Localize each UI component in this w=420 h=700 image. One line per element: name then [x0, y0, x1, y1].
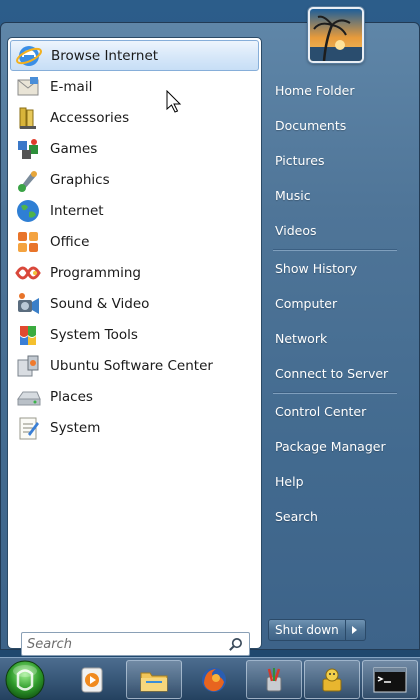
place-pictures[interactable]: Pictures [269, 145, 409, 175]
search-input[interactable] [27, 636, 217, 652]
program-system[interactable]: System [10, 412, 259, 443]
start-orb-button[interactable] [4, 659, 46, 700]
program-label: System [50, 419, 101, 436]
program-label: System Tools [50, 326, 138, 343]
chevron-right-icon [352, 626, 358, 634]
program-office[interactable]: Office [10, 226, 259, 257]
program-label: Places [50, 388, 93, 405]
place-control-center[interactable]: Control Center [269, 396, 409, 426]
program-label: Accessories [50, 109, 130, 126]
graphics-editor-icon [266, 667, 282, 691]
program-list-pane: Browse Internet E-mail Accessories Games [7, 37, 262, 656]
program-label: Internet [50, 202, 104, 219]
place-network[interactable]: Network [269, 323, 409, 353]
graphics-icon [14, 166, 42, 194]
search-box[interactable] [21, 632, 250, 656]
taskbar-file-manager[interactable] [126, 660, 182, 699]
terminal-icon [373, 667, 407, 692]
place-connect-to-server[interactable]: Connect to Server [269, 358, 409, 388]
taskbar [0, 657, 420, 700]
system-icon [14, 414, 42, 442]
package-installer-icon [322, 668, 342, 691]
program-graphics[interactable]: Graphics [10, 164, 259, 195]
office-icon [14, 228, 42, 256]
taskbar-media-player[interactable] [64, 660, 120, 699]
program-sound-video[interactable]: Sound & Video [10, 288, 259, 319]
place-package-manager[interactable]: Package Manager [269, 431, 409, 461]
separator [273, 392, 397, 394]
accessories-icon [14, 104, 42, 132]
place-search[interactable]: Search [269, 501, 409, 531]
places-pane: Home Folder Documents Pictures Music Vid… [267, 23, 417, 623]
place-videos[interactable]: Videos [269, 215, 409, 245]
place-show-history[interactable]: Show History [269, 253, 409, 283]
taskbar-package-installer[interactable] [304, 660, 360, 699]
sound-video-icon [14, 290, 42, 318]
shutdown-options-button[interactable] [345, 619, 366, 641]
programming-icon [14, 259, 42, 287]
search-icon[interactable] [228, 637, 243, 652]
shutdown-button[interactable]: Shut down [268, 619, 346, 641]
taskbar-graphics-editor[interactable] [246, 660, 302, 699]
system-tools-icon [14, 321, 42, 349]
email-icon [14, 73, 42, 101]
program-label: Programming [50, 264, 141, 281]
program-games[interactable]: Games [10, 133, 259, 164]
program-system-tools[interactable]: System Tools [10, 319, 259, 350]
taskbar-terminal[interactable] [362, 660, 418, 699]
firefox-icon [202, 667, 226, 692]
program-list: Browse Internet E-mail Accessories Games [10, 40, 259, 443]
program-label: Graphics [50, 171, 110, 188]
program-label: Sound & Video [50, 295, 150, 312]
program-email[interactable]: E-mail [10, 71, 259, 102]
program-label: Games [50, 140, 98, 157]
place-music[interactable]: Music [269, 180, 409, 210]
software-center-icon [14, 352, 42, 380]
place-home-folder[interactable]: Home Folder [269, 75, 409, 105]
place-documents[interactable]: Documents [269, 110, 409, 140]
drive-icon [14, 383, 42, 411]
place-help[interactable]: Help [269, 466, 409, 496]
place-computer[interactable]: Computer [269, 288, 409, 318]
start-menu: Browse Internet E-mail Accessories Games [0, 7, 420, 656]
separator [273, 249, 397, 251]
globe-icon [14, 197, 42, 225]
media-player-icon [81, 667, 103, 692]
file-manager-icon [140, 672, 168, 691]
mouse-cursor-icon [166, 90, 182, 113]
program-programming[interactable]: Programming [10, 257, 259, 288]
program-ubuntu-software-center[interactable]: Ubuntu Software Center [10, 350, 259, 381]
program-label: Browse Internet [51, 47, 159, 64]
program-internet[interactable]: Internet [10, 195, 259, 226]
program-label: Ubuntu Software Center [50, 357, 213, 374]
games-icon [14, 135, 42, 163]
program-label: Office [50, 233, 90, 250]
taskbar-firefox[interactable] [186, 660, 242, 699]
program-places[interactable]: Places [10, 381, 259, 412]
internet-explorer-icon [15, 42, 43, 70]
program-browse-internet[interactable]: Browse Internet [10, 40, 259, 71]
program-label: E-mail [50, 78, 93, 95]
shutdown-group: Shut down [268, 619, 366, 641]
program-accessories[interactable]: Accessories [10, 102, 259, 133]
